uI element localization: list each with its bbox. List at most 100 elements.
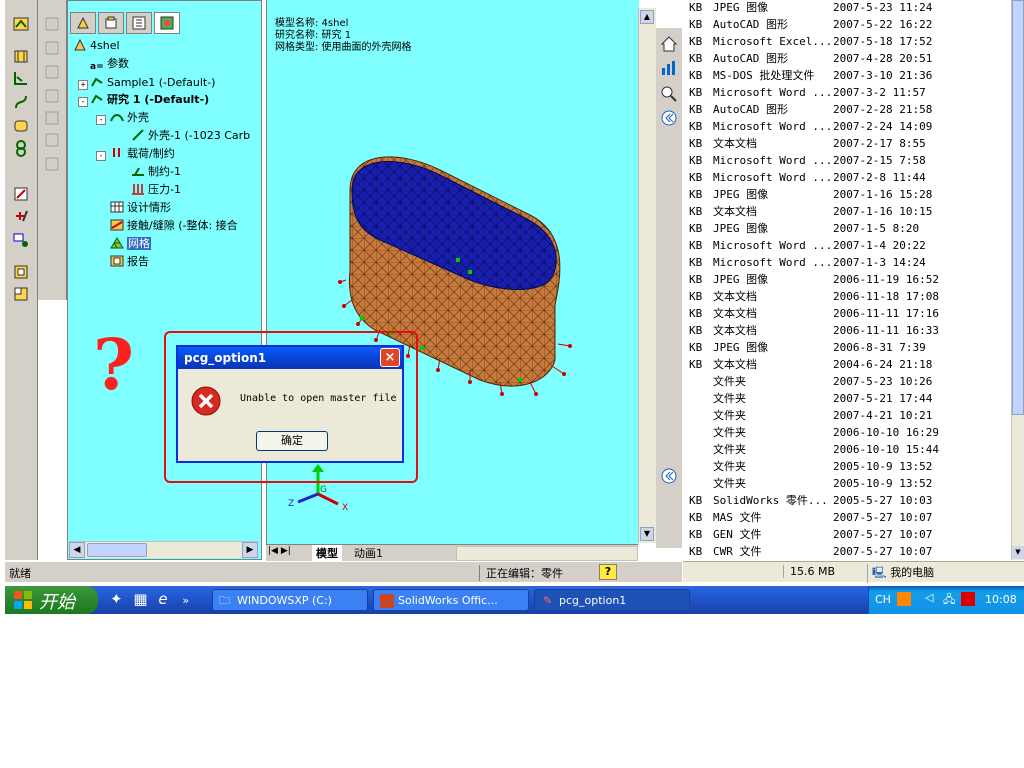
list-item[interactable]: 文件夹 2005-10-9 13:52	[683, 458, 1011, 475]
list-item[interactable]: KB Microsoft Word ... 2007-2-24 14:09	[683, 118, 1011, 135]
list-item[interactable]: KB GEN 文件 2007-5-27 10:07	[683, 526, 1011, 543]
zoom-icon[interactable]	[659, 84, 679, 104]
box-icon[interactable]	[42, 130, 62, 150]
box-icon[interactable]	[42, 86, 62, 106]
close-button[interactable]: ×	[380, 348, 400, 367]
list-item[interactable]: 文件夹 2007-5-23 10:26	[683, 373, 1011, 390]
list-item[interactable]: KB CWR 文件 2007-5-27 10:07	[683, 543, 1011, 560]
list-item[interactable]: KB 文本文档 2006-11-11 17:16	[683, 305, 1011, 322]
graphics-vscrollbar[interactable]: ▲ ▼	[638, 8, 656, 543]
list-item[interactable]: KB AutoCAD 图形 2007-2-28 21:58	[683, 101, 1011, 118]
tab-feature-manager[interactable]	[70, 12, 96, 34]
list-item[interactable]: KB MS-DOS 批处理文件 2007-3-10 21:36	[683, 67, 1011, 84]
fillet-icon[interactable]	[11, 138, 31, 158]
list-item[interactable]: KB Microsoft Word ... 2007-1-3 14:24	[683, 254, 1011, 271]
extrude-icon[interactable]	[11, 46, 31, 66]
tree-item-fixture1[interactable]: 制约-1	[131, 165, 181, 178]
list-item[interactable]: KB 文本文档 2006-11-11 16:33	[683, 322, 1011, 339]
start-button[interactable]: 开始	[5, 586, 98, 614]
list-item[interactable]: KB 文本文档 2007-2-17 8:55	[683, 135, 1011, 152]
list-item[interactable]: KB AutoCAD 图形 2007-5-22 16:22	[683, 16, 1011, 33]
collapse-panel-icon[interactable]	[659, 108, 679, 128]
tree-item-pressure1[interactable]: 压力-1	[131, 183, 181, 196]
tabs-hscrollbar[interactable]	[456, 546, 638, 561]
list-item[interactable]: KB 文本文档 2007-1-16 10:15	[683, 203, 1011, 220]
list-item[interactable]: 文件夹 2005-10-9 13:52	[683, 475, 1011, 492]
tab-nav-icon[interactable]: |◀ ▶|	[268, 546, 291, 556]
list-item[interactable]: KB Microsoft Word ... 2007-2-8 11:44	[683, 169, 1011, 186]
overflow-chevron-icon[interactable]: »	[182, 594, 189, 607]
app-icon[interactable]: ▦	[133, 590, 147, 608]
task-pcg-option1[interactable]: ✎ pcg_option1	[534, 589, 690, 611]
tree-item-report[interactable]: 报告	[110, 255, 149, 268]
list-item[interactable]: 文件夹 2007-5-21 17:44	[683, 390, 1011, 407]
tab-model[interactable]: 模型	[312, 545, 342, 561]
list-item[interactable]: 文件夹 2006-10-10 15:44	[683, 441, 1011, 458]
list-item[interactable]: KB JPEG 图像 2007-5-23 11:24	[683, 0, 1011, 16]
scroll-right-icon[interactable]: ▶	[242, 542, 258, 558]
list-item[interactable]: KB SolidWorks 零件... 2005-5-27 10:03	[683, 492, 1011, 509]
tree-item-contact[interactable]: 接触/缝隙 (-整体: 接合	[110, 219, 238, 232]
ie-icon[interactable]: e	[158, 590, 167, 608]
sweep-icon[interactable]	[11, 92, 31, 112]
box-icon[interactable]	[42, 154, 62, 174]
box-icon[interactable]	[42, 38, 62, 58]
view-icon[interactable]	[11, 262, 31, 282]
tab-property-manager[interactable]	[98, 12, 124, 34]
tab-cosmos-manager[interactable]	[154, 12, 180, 34]
tree-item-design-scenario[interactable]: 设计情形	[110, 201, 171, 214]
tree-root[interactable]: 4shel	[73, 38, 120, 52]
expand-icon[interactable]: +	[78, 80, 88, 90]
box-icon[interactable]	[42, 62, 62, 82]
tree-item-shell[interactable]: 外壳	[110, 111, 149, 124]
tab-configuration-manager[interactable]	[126, 12, 152, 34]
tree-item-study1[interactable]: 研究 1 (-Default-)	[90, 93, 209, 106]
chart-icon[interactable]	[659, 58, 679, 78]
list-item[interactable]: KB Microsoft Word ... 2007-2-15 7:58	[683, 152, 1011, 169]
collapse-icon[interactable]: -	[96, 151, 106, 161]
scroll-down-icon[interactable]: ▼	[640, 527, 654, 541]
list-item[interactable]: 文件夹 2007-4-21 10:21	[683, 407, 1011, 424]
list-item[interactable]: KB JPEG 图像 2007-1-16 15:28	[683, 186, 1011, 203]
scrollbar-thumb[interactable]	[1012, 0, 1024, 415]
tree-item-parameters[interactable]: a= 参数	[90, 57, 129, 73]
msn-icon[interactable]: ✦	[110, 590, 123, 608]
tree-item-shell1[interactable]: 外壳-1 (-1023 Carb	[131, 129, 250, 142]
task-windowsxp[interactable]: 🗀 WINDOWSXP (C:)	[212, 589, 368, 611]
input-method-icon[interactable]	[897, 592, 911, 606]
list-item[interactable]: KB MAS 文件 2007-5-27 10:07	[683, 509, 1011, 526]
explorer-vscrollbar[interactable]: ▼	[1011, 0, 1024, 560]
tab-animation[interactable]: 动画1	[354, 545, 383, 561]
move-icon[interactable]	[11, 230, 31, 250]
list-item[interactable]: KB Microsoft Word ... 2007-1-4 20:22	[683, 237, 1011, 254]
collapse-icon[interactable]: -	[96, 115, 106, 125]
home-icon[interactable]	[659, 34, 679, 54]
list-item[interactable]: KB Microsoft Excel... 2007-5-18 17:52	[683, 33, 1011, 50]
box-icon[interactable]	[42, 108, 62, 128]
collapse-icon[interactable]: -	[78, 97, 88, 107]
list-item[interactable]: 文件夹 2006-10-10 16:29	[683, 424, 1011, 441]
list-item[interactable]: KB AutoCAD 图形 2007-4-28 20:51	[683, 50, 1011, 67]
tree-item-sample1[interactable]: Sample1 (-Default-)	[90, 76, 215, 89]
add-relation-icon[interactable]	[11, 206, 31, 226]
list-item[interactable]: KB JPEG 图像 2006-8-31 7:39	[683, 339, 1011, 356]
list-item[interactable]: KB Microsoft Word ... 2007-3-2 11:57	[683, 84, 1011, 101]
box-icon[interactable]	[42, 14, 62, 34]
scrollbar-thumb[interactable]	[87, 543, 147, 557]
language-indicator[interactable]: CH	[875, 593, 891, 606]
scroll-left-icon[interactable]: ◀	[69, 542, 85, 558]
tray-expand-icon[interactable]: ◁	[925, 591, 933, 604]
section-view-icon[interactable]	[11, 284, 31, 304]
list-item[interactable]: KB 文本文档 2006-11-18 17:08	[683, 288, 1011, 305]
revolve-icon[interactable]	[11, 68, 31, 88]
tree-hscrollbar[interactable]: ◀ ▶	[69, 541, 258, 558]
list-item[interactable]: KB 文本文档 2004-6-24 21:18	[683, 356, 1011, 373]
scroll-down-icon[interactable]: ▼	[1012, 546, 1024, 559]
tree-item-mesh[interactable]: 网格	[110, 237, 151, 250]
help-button[interactable]: ?	[599, 564, 617, 580]
ok-button[interactable]: 确定	[256, 431, 328, 451]
loft-icon[interactable]	[11, 116, 31, 136]
expand-panel-icon[interactable]	[659, 466, 679, 486]
tree-item-loads[interactable]: 载荷/制约	[110, 147, 175, 160]
edit-icon[interactable]	[11, 184, 31, 204]
